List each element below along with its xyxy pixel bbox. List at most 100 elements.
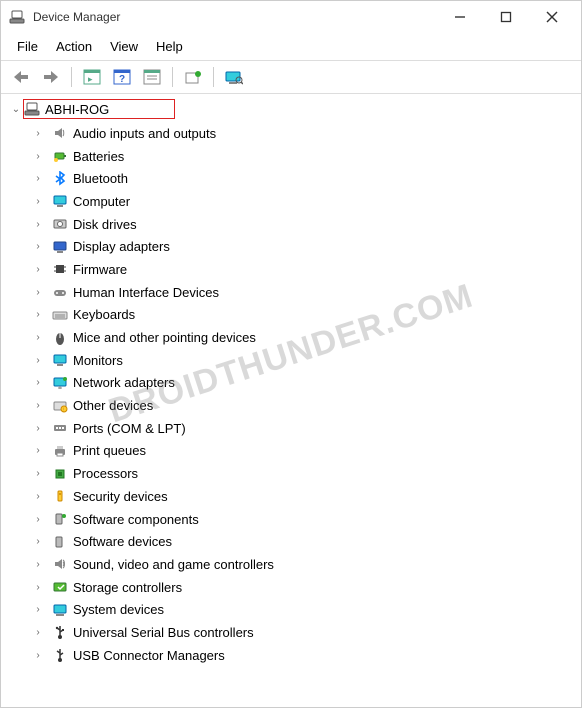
chevron-right-icon[interactable]: › (31, 627, 45, 638)
category-network[interactable]: › Network adapters (9, 372, 577, 395)
category-monitor[interactable]: › Monitors (9, 349, 577, 372)
category-label: Firmware (73, 262, 127, 277)
chip-icon (51, 261, 69, 277)
category-label: Network adapters (73, 375, 175, 390)
chevron-right-icon[interactable]: › (31, 468, 45, 479)
category-bluetooth[interactable]: › Bluetooth (9, 167, 577, 190)
keyboard-icon (51, 307, 69, 323)
category-label: Human Interface Devices (73, 285, 219, 300)
category-display[interactable]: › Display adapters (9, 235, 577, 258)
menu-action[interactable]: Action (48, 35, 100, 58)
category-storage[interactable]: ›Storage controllers (9, 576, 577, 599)
chevron-right-icon[interactable]: › (31, 423, 45, 434)
chevron-right-icon[interactable]: › (31, 355, 45, 366)
chevron-right-icon[interactable]: › (31, 514, 45, 525)
category-label: Display adapters (73, 239, 170, 254)
category-disk[interactable]: › Disk drives (9, 213, 577, 236)
category-cpu[interactable]: ›Processors (9, 462, 577, 485)
category-list: ›Audio inputs and outputs › Batteries › Blue… (9, 122, 577, 667)
network-icon (51, 375, 69, 391)
category-port[interactable]: ›Ports (COM & LPT) (9, 417, 577, 440)
chevron-right-icon[interactable]: › (31, 264, 45, 275)
forward-button[interactable] (37, 65, 65, 89)
security-icon (51, 488, 69, 504)
category-label: Security devices (73, 489, 168, 504)
minimize-button[interactable] (447, 4, 473, 30)
disk-icon (51, 216, 69, 232)
window-controls (447, 4, 573, 30)
chevron-right-icon[interactable]: › (31, 377, 45, 388)
category-label: Sound, video and game controllers (73, 557, 274, 572)
window-title: Device Manager (33, 10, 447, 24)
toolbar-separator (172, 67, 173, 87)
chevron-down-icon[interactable]: ⌄ (9, 104, 23, 115)
category-security[interactable]: › Security devices (9, 485, 577, 508)
help-button[interactable]: ? (108, 65, 136, 89)
chevron-right-icon[interactable]: › (31, 559, 45, 570)
category-label: USB Connector Managers (73, 648, 225, 663)
category-swcomp[interactable]: › Software components (9, 508, 577, 531)
chevron-right-icon[interactable]: › (31, 491, 45, 502)
toolbar: ▸ ? (1, 61, 581, 93)
category-other[interactable]: ›!Other devices (9, 394, 577, 417)
category-label: System devices (73, 602, 164, 617)
chevron-right-icon[interactable]: › (31, 332, 45, 343)
menubar: File Action View Help (1, 33, 581, 60)
category-label: Bluetooth (73, 171, 128, 186)
chevron-right-icon[interactable]: › (31, 173, 45, 184)
svg-text:▸: ▸ (88, 74, 93, 84)
category-audio[interactable]: ›Audio inputs and outputs (9, 122, 577, 145)
chevron-right-icon[interactable]: › (31, 309, 45, 320)
system-icon (51, 602, 69, 618)
category-keyboard[interactable]: ›Keyboards (9, 304, 577, 327)
category-battery[interactable]: › Batteries (9, 145, 577, 168)
chevron-right-icon[interactable]: › (31, 445, 45, 456)
show-hidden-button[interactable]: ▸ (78, 65, 106, 89)
chevron-right-icon[interactable]: › (31, 241, 45, 252)
update-driver-button[interactable] (179, 65, 207, 89)
category-label: Software components (73, 512, 199, 527)
menu-help[interactable]: Help (148, 35, 191, 58)
svg-text:?: ? (119, 74, 125, 85)
menu-file[interactable]: File (9, 35, 46, 58)
chevron-right-icon[interactable]: › (31, 151, 45, 162)
chevron-right-icon[interactable]: › (31, 650, 45, 661)
category-label: Disk drives (73, 217, 137, 232)
close-button[interactable] (539, 4, 565, 30)
category-label: Monitors (73, 353, 123, 368)
category-swdev[interactable]: ›Software devices (9, 530, 577, 553)
category-hid[interactable]: › Human Interface Devices (9, 281, 577, 304)
swcomp-icon (51, 511, 69, 527)
category-label: Computer (73, 194, 130, 209)
category-mouse[interactable]: ›Mice and other pointing devices (9, 326, 577, 349)
cpu-icon (51, 466, 69, 482)
menu-view[interactable]: View (102, 35, 146, 58)
monitor-icon (51, 352, 69, 368)
category-label: Other devices (73, 398, 153, 413)
chevron-right-icon[interactable]: › (31, 582, 45, 593)
category-usbconn[interactable]: › USB Connector Managers (9, 644, 577, 667)
chevron-right-icon[interactable]: › (31, 287, 45, 298)
properties-button[interactable] (138, 65, 166, 89)
scan-hardware-button[interactable] (220, 65, 248, 89)
device-tree[interactable]: ⌄ ABHI-ROG ›Audio inputs and outputs › Bat… (1, 94, 581, 700)
chevron-right-icon[interactable]: › (31, 196, 45, 207)
category-monitor[interactable]: › Computer (9, 190, 577, 213)
category-printer[interactable]: ›Print queues (9, 440, 577, 463)
usbconn-icon (51, 647, 69, 663)
chevron-right-icon[interactable]: › (31, 604, 45, 615)
category-system[interactable]: › System devices (9, 598, 577, 621)
chevron-right-icon[interactable]: › (31, 536, 45, 547)
category-label: Batteries (73, 149, 124, 164)
chevron-right-icon[interactable]: › (31, 219, 45, 230)
chevron-right-icon[interactable]: › (31, 128, 45, 139)
back-button[interactable] (7, 65, 35, 89)
category-sound[interactable]: › Sound, video and game controllers (9, 553, 577, 576)
swdev-icon (51, 534, 69, 550)
category-chip[interactable]: › Firmware (9, 258, 577, 281)
category-usb[interactable]: ›Universal Serial Bus controllers (9, 621, 577, 644)
maximize-button[interactable] (493, 4, 519, 30)
tree-root[interactable]: ⌄ ABHI-ROG (9, 98, 577, 120)
toolbar-separator (213, 67, 214, 87)
chevron-right-icon[interactable]: › (31, 400, 45, 411)
